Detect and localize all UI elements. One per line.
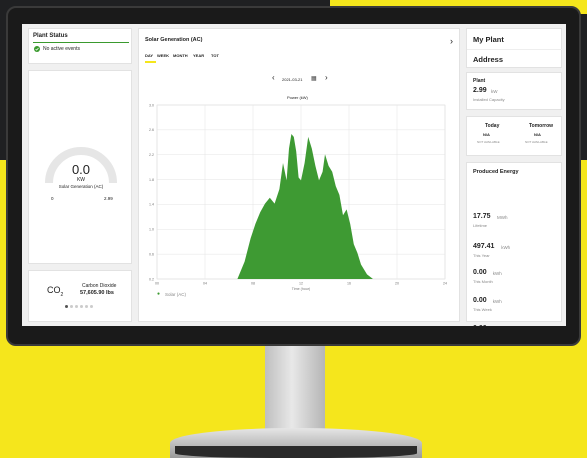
x-tick-label: 04 — [203, 282, 207, 286]
x-tick-label: 24 — [443, 282, 447, 286]
plant-capacity-card: Plant 2.99 kW Installed Capacity — [466, 72, 562, 110]
my-plant-title: My Plant — [473, 35, 504, 44]
chart-panel: Solar Generation (AC) › DAY WEEK MONTH Y… — [138, 28, 460, 322]
gauge-max: 2.99 — [104, 196, 113, 201]
calendar-icon[interactable]: ▦ — [311, 75, 317, 82]
carousel-dot[interactable] — [70, 305, 73, 308]
y-tick-label: 3.0 — [149, 103, 154, 107]
y-tick-label: 1.8 — [149, 178, 154, 182]
carousel-dot[interactable] — [90, 305, 93, 308]
energy-unit: kWh — [492, 299, 502, 304]
plant-status-title: Plant Status — [33, 33, 68, 39]
x-axis-label: Time (hour) — [292, 287, 310, 291]
plant-status-text: No active events — [43, 46, 80, 52]
gauge-min: 0 — [51, 196, 54, 201]
chart-panel-title: Solar Generation (AC) — [145, 37, 203, 43]
plant-capacity-unit: kW — [491, 89, 498, 94]
energy-period-label: This Year — [473, 253, 490, 258]
chart-title: Power (kW) — [287, 95, 308, 100]
forecast-today-label: Today — [485, 123, 500, 129]
my-plant-divider — [467, 49, 563, 50]
carousel-dot[interactable] — [65, 305, 68, 308]
energy-unit: MWh — [497, 215, 508, 220]
energy-value: 0.00 — [473, 325, 487, 326]
screen: Plant Status No active events 0.0 KW Sol… — [22, 24, 566, 326]
address-label: Address — [473, 55, 504, 64]
gauge-value: 0.0 — [71, 162, 91, 177]
energy-period-label: Lifetime — [473, 223, 488, 228]
energy-value: 0.00 — [473, 269, 487, 276]
energy-unit: kWh — [501, 245, 511, 250]
plant-label: Plant — [473, 78, 486, 84]
y-tick-label: 0.6 — [149, 252, 154, 256]
plant-capacity-caption: Installed Capacity — [473, 97, 505, 102]
forecast-tomorrow-sub: NOT AVAILABLE — [525, 140, 548, 144]
carousel-dots[interactable] — [65, 305, 95, 308]
plant-status-card[interactable]: Plant Status No active events — [28, 28, 132, 64]
x-tick-label: 16 — [347, 282, 351, 286]
forecast-tomorrow-value: N/A — [534, 132, 541, 137]
produced-energy-card: Produced Energy 17.75 MWh Lifetime 497.41 kW… — [466, 162, 562, 326]
next-date-icon[interactable]: › — [325, 73, 328, 82]
forecast-card: Today N/A NOT AVAILABLE Tomorrow N/A NOT… — [466, 116, 562, 156]
forecast-today-value: N/A — [483, 132, 490, 137]
tab-month[interactable]: MONTH — [173, 53, 188, 58]
energy-unit: kWh — [492, 271, 502, 276]
carbon-value: 57,605.90 lbs — [80, 290, 114, 296]
tab-day[interactable]: DAY — [145, 53, 153, 58]
tab-tot[interactable]: TOT — [211, 53, 219, 58]
y-tick-label: 0.2 — [149, 277, 154, 281]
carbon-card[interactable]: CO2 Carbon Dioxide 57,605.90 lbs — [28, 270, 132, 322]
expand-chevron-icon[interactable]: › — [450, 36, 453, 46]
forecast-today-sub: NOT AVAILABLE — [477, 140, 500, 144]
date-selector[interactable]: 2021-03-21 — [282, 77, 302, 82]
monitor-stand-neck — [265, 346, 325, 434]
x-tick-label: 00 — [155, 282, 159, 286]
plant-capacity-value: 2.99 — [473, 87, 487, 94]
energy-value: 0.00 — [473, 297, 487, 304]
prev-date-icon[interactable]: ‹ — [272, 73, 275, 82]
active-tab-underline — [145, 61, 156, 63]
energy-period-label: This Week — [473, 307, 492, 312]
carousel-dot[interactable] — [75, 305, 78, 308]
co2-symbol: CO2 — [47, 285, 64, 298]
plant-status-bar — [33, 42, 129, 43]
carousel-dot[interactable] — [85, 305, 88, 308]
gauge-unit: KW — [76, 177, 86, 183]
power-chart: 0.2 0.6 1.0 1.4 1.8 2.2 2.6 3.0 00 04 08 12 16 20 24 Ti… — [149, 103, 447, 291]
energy-value: 17.75 — [473, 213, 491, 220]
legend-label: Solar (AC) — [165, 292, 187, 297]
y-tick-label: 2.2 — [149, 153, 154, 157]
check-circle-icon — [34, 46, 40, 52]
tab-year[interactable]: YEAR — [193, 53, 204, 58]
solar-ac-area — [237, 134, 373, 279]
carousel-dot[interactable] — [80, 305, 83, 308]
monitor-stand-shadow — [175, 446, 417, 458]
y-tick-label: 1.0 — [149, 228, 154, 232]
my-plant-card: My Plant Address — [466, 28, 563, 68]
carbon-label: Carbon Dioxide — [82, 283, 117, 289]
gauge-label: Solar Generation (AC) — [58, 184, 104, 189]
y-tick-label: 1.4 — [149, 203, 154, 207]
energy-period-label: This Month — [473, 279, 493, 284]
tab-week[interactable]: WEEK — [157, 53, 169, 58]
y-tick-label: 2.6 — [149, 128, 154, 132]
x-tick-label: 20 — [395, 282, 399, 286]
x-tick-label: 12 — [299, 282, 303, 286]
forecast-tomorrow-label: Tomorrow — [529, 123, 554, 129]
energy-value: 497.41 — [473, 243, 495, 250]
gauge-card: 0.0 KW Solar Generation (AC) 0 2.99 — [28, 70, 132, 264]
legend-marker: ● — [157, 291, 161, 297]
produced-energy-title: Produced Energy — [473, 169, 519, 175]
x-tick-label: 08 — [251, 282, 255, 286]
